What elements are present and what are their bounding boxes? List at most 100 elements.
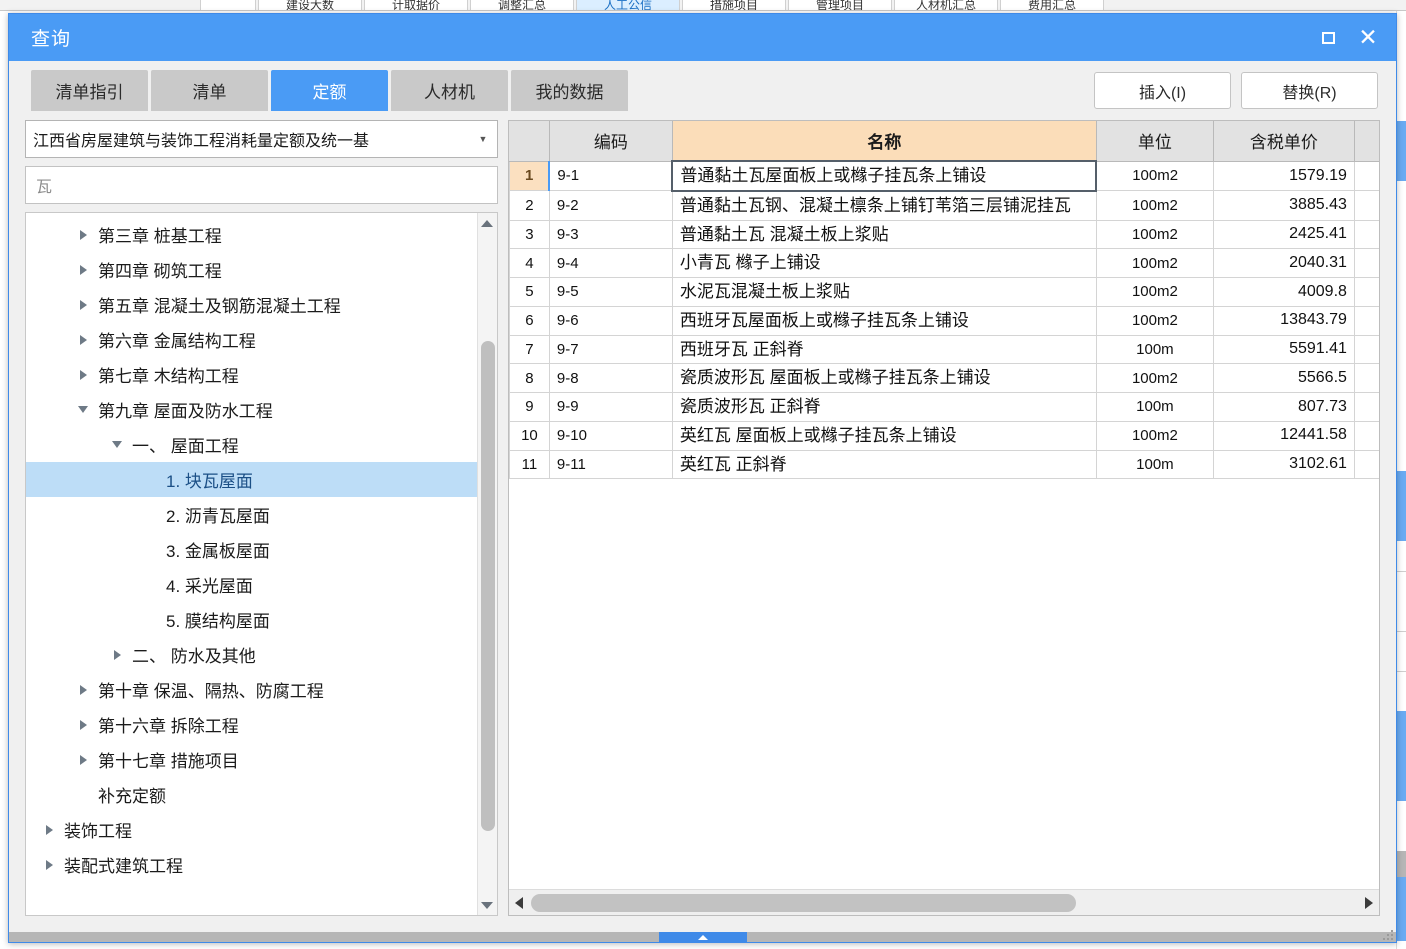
tree-scroll-thumb[interactable] <box>480 341 495 831</box>
cell-unit[interactable]: 100m2 <box>1095 363 1214 393</box>
cell-unit[interactable]: 100m <box>1095 449 1214 480</box>
tree-item[interactable]: 第五章 混凝土及钢筋混凝土工程 <box>26 287 477 322</box>
cell-extra[interactable] <box>1353 305 1379 336</box>
cell-price[interactable]: 13843.79 <box>1212 305 1355 336</box>
tree-item[interactable]: 1. 块瓦屋面 <box>26 462 477 497</box>
cell-rownum[interactable]: 7 <box>508 334 550 365</box>
cell-unit[interactable]: 100m2 <box>1095 248 1214 278</box>
grid-col-extra[interactable] <box>1353 121 1379 162</box>
cell-name[interactable]: 普通黏土瓦钢、混凝土檩条上铺钉苇箔三层铺泥挂瓦 <box>671 190 1097 221</box>
background-tab-6[interactable]: 管理项目 <box>788 0 892 10</box>
cell-price[interactable]: 3885.43 <box>1212 190 1355 221</box>
grid-horizontal-scrollbar[interactable] <box>508 889 1379 916</box>
dialog-title-bar[interactable]: 查询 ✕ <box>9 14 1396 61</box>
cell-unit[interactable]: 100m <box>1095 392 1214 422</box>
search-input[interactable] <box>34 175 489 195</box>
cell-name[interactable]: 英红瓦 屋面板上或橼子挂瓦条上铺设 <box>671 420 1097 451</box>
cell-price[interactable]: 5591.41 <box>1212 334 1355 365</box>
table-row[interactable]: 11 9-11 英红瓦 正斜脊 100m 3102.61 <box>508 449 1379 480</box>
cell-unit[interactable]: 100m2 <box>1095 190 1214 221</box>
table-row[interactable]: 3 9-3 普通黏土瓦 混凝土板上浆贴 100m2 2425.41 <box>508 219 1379 250</box>
tree-item[interactable]: 第四章 砌筑工程 <box>26 252 477 287</box>
tree-scroll-track[interactable] <box>478 233 497 895</box>
scroll-up-icon[interactable] <box>478 213 497 233</box>
chevron-down-icon[interactable] <box>106 441 128 448</box>
cell-name[interactable]: 西班牙瓦 正斜脊 <box>671 334 1097 365</box>
chevron-right-icon[interactable] <box>72 299 94 310</box>
cell-code[interactable]: 9-9 <box>548 392 673 422</box>
tree-item[interactable]: 第六章 金属结构工程 <box>26 322 477 357</box>
cell-unit[interactable]: 100m2 <box>1095 160 1214 192</box>
splitter-collapse-button[interactable] <box>658 932 747 942</box>
cell-extra[interactable] <box>1353 277 1379 307</box>
grid-col-code[interactable]: 编码 <box>548 121 673 162</box>
cell-rownum[interactable]: 6 <box>508 305 550 336</box>
cell-unit[interactable]: 100m2 <box>1095 305 1214 336</box>
background-tab-7[interactable]: 人材机汇总 <box>894 0 998 10</box>
tree-item[interactable]: 补充定额 <box>26 777 477 812</box>
chevron-right-icon[interactable] <box>72 229 94 240</box>
chevron-down-icon[interactable]: ▼ <box>473 134 493 144</box>
chevron-right-icon[interactable] <box>38 824 60 835</box>
chevron-right-icon[interactable] <box>72 369 94 380</box>
table-row[interactable]: 4 9-4 小青瓦 橼子上铺设 100m2 2040.31 <box>508 248 1379 278</box>
cell-rownum[interactable]: 3 <box>508 219 550 250</box>
background-tab-2[interactable]: 计取据价 <box>364 0 468 10</box>
cell-code[interactable]: 9-7 <box>548 334 673 365</box>
cell-name[interactable]: 普通黏土瓦 混凝土板上浆贴 <box>671 219 1097 250</box>
tab-qingdan[interactable]: 清单 <box>151 70 268 111</box>
tree-vertical-scrollbar[interactable] <box>476 213 497 915</box>
scroll-down-icon[interactable] <box>478 895 497 915</box>
chevron-down-icon[interactable] <box>72 406 94 413</box>
chevron-right-icon[interactable] <box>38 859 60 870</box>
cell-extra[interactable] <box>1353 392 1379 422</box>
cell-price[interactable]: 3102.61 <box>1212 449 1355 480</box>
background-tab-8[interactable]: 费用汇总 <box>1000 0 1104 10</box>
scroll-right-icon[interactable] <box>1359 890 1379 916</box>
cell-extra[interactable] <box>1353 219 1379 250</box>
search-box[interactable] <box>25 166 498 204</box>
background-tab-1[interactable]: 建设大数 <box>258 0 362 10</box>
grid-col-unit[interactable]: 单位 <box>1095 121 1214 162</box>
table-row[interactable]: 10 9-10 英红瓦 屋面板上或橼子挂瓦条上铺设 100m2 12441.58 <box>508 420 1379 451</box>
tree-item[interactable]: 第十七章 措施项目 <box>26 742 477 777</box>
table-row[interactable]: 7 9-7 西班牙瓦 正斜脊 100m 5591.41 <box>508 334 1379 365</box>
cell-extra[interactable] <box>1353 420 1379 451</box>
cell-price[interactable]: 5566.5 <box>1212 363 1355 393</box>
cell-name[interactable]: 水泥瓦混凝土板上浆贴 <box>671 277 1097 307</box>
cell-extra[interactable] <box>1353 334 1379 365</box>
background-tab-4[interactable]: 人工公信 <box>576 0 680 10</box>
chevron-right-icon[interactable] <box>72 334 94 345</box>
grid-col-price[interactable]: 含税单价 <box>1212 121 1355 162</box>
chevron-right-icon[interactable] <box>72 264 94 275</box>
cell-name[interactable]: 英红瓦 正斜脊 <box>671 449 1097 480</box>
cell-extra[interactable] <box>1353 248 1379 278</box>
bottom-splitter[interactable] <box>9 932 1396 942</box>
insert-button[interactable]: 插入(I) <box>1094 72 1231 109</box>
cell-unit[interactable]: 100m <box>1095 334 1214 365</box>
table-row[interactable]: 5 9-5 水泥瓦混凝土板上浆贴 100m2 4009.8 <box>508 277 1379 307</box>
chevron-right-icon[interactable] <box>72 719 94 730</box>
tree-item[interactable]: 装饰工程 <box>26 812 477 847</box>
tree-item[interactable]: 装配式建筑工程 <box>26 847 477 882</box>
cell-price[interactable]: 4009.8 <box>1212 277 1355 307</box>
tree-item[interactable]: 第十六章 拆除工程 <box>26 707 477 742</box>
cell-unit[interactable]: 100m2 <box>1095 420 1214 451</box>
cell-code[interactable]: 9-5 <box>548 277 673 307</box>
tree-item[interactable]: 2. 沥青瓦屋面 <box>26 497 477 532</box>
tree-item[interactable]: 4. 采光屋面 <box>26 567 477 602</box>
cell-code[interactable]: 9-10 <box>548 420 673 451</box>
grid-hscroll-track[interactable] <box>529 890 1359 916</box>
cell-rownum[interactable]: 11 <box>508 449 550 480</box>
cell-name[interactable]: 普通黏土瓦屋面板上或橼子挂瓦条上铺设 <box>671 160 1098 192</box>
replace-button[interactable]: 替换(R) <box>1241 72 1378 109</box>
maximize-icon[interactable] <box>1310 21 1346 55</box>
tree-item[interactable]: 3. 金属板屋面 <box>26 532 477 567</box>
table-row[interactable]: 2 9-2 普通黏土瓦钢、混凝土檩条上铺钉苇箔三层铺泥挂瓦 100m2 3885.43 <box>508 190 1379 221</box>
cell-code[interactable]: 9-8 <box>548 363 673 393</box>
grid-col-rownum[interactable] <box>509 121 550 162</box>
grid-col-name[interactable]: 名称 <box>671 121 1097 162</box>
tab-qingdan-zhiyin[interactable]: 清单指引 <box>31 70 148 111</box>
cell-unit[interactable]: 100m2 <box>1095 219 1214 250</box>
scroll-left-icon[interactable] <box>509 890 529 916</box>
